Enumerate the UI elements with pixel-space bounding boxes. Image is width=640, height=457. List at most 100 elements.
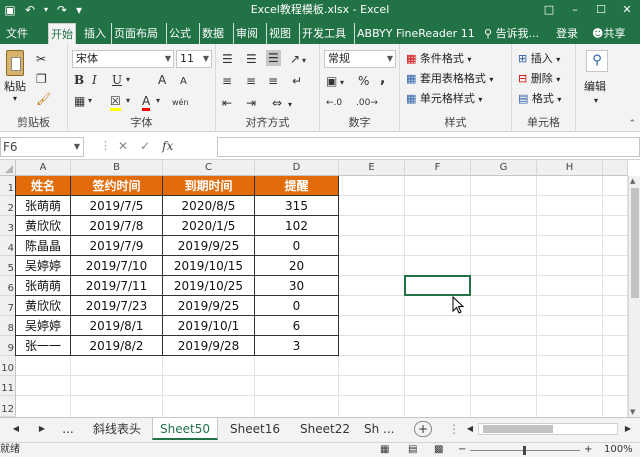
table-cell[interactable]: 2019/7/11 <box>71 276 162 295</box>
horizontal-scroll-thumb[interactable] <box>483 425 553 433</box>
sheet-tab-sheet16[interactable]: Sheet16 <box>222 418 288 440</box>
copy-icon[interactable]: ❐ <box>36 72 47 86</box>
row-header[interactable]: 4 <box>0 236 16 256</box>
sign-in-link[interactable]: 登录 <box>556 23 578 44</box>
hscroll-right-icon[interactable]: ▶ <box>622 418 634 440</box>
increase-indent-icon[interactable]: ⇥ <box>246 96 256 110</box>
table-cell[interactable]: 吴婷婷 <box>16 256 70 275</box>
horizontal-scrollbar[interactable] <box>478 423 618 435</box>
borders-icon[interactable]: ▦ <box>74 94 85 108</box>
row-header[interactable]: 11 <box>0 376 16 396</box>
italic-button[interactable]: I <box>92 73 97 87</box>
row-header[interactable]: 8 <box>0 316 16 336</box>
decrease-indent-icon[interactable]: ⇤ <box>222 96 232 110</box>
more-sheets-left-button[interactable]: ... <box>58 418 78 440</box>
table-cell[interactable]: 2019/10/15 <box>163 256 254 275</box>
table-header-cell[interactable]: 签约时间 <box>71 176 162 195</box>
table-cell[interactable]: 2019/9/25 <box>163 296 254 315</box>
delete-cells-button[interactable]: ⊟ 删除 ▾ <box>518 72 560 87</box>
row-header[interactable]: 6 <box>0 276 16 296</box>
sheet-tab-diagonal-header[interactable]: 斜线表头 <box>84 418 150 440</box>
column-header-f[interactable]: F <box>405 160 471 176</box>
name-box[interactable]: F6 ▼ <box>0 137 84 157</box>
column-header-b[interactable]: B <box>71 160 163 176</box>
close-icon[interactable]: ✕ <box>614 0 640 20</box>
orientation-dropdown-icon[interactable]: ▾ <box>302 54 306 68</box>
column-header-c[interactable]: C <box>163 160 255 176</box>
table-cell[interactable]: 102 <box>255 216 338 235</box>
align-bottom-icon[interactable]: ☰ <box>266 50 281 66</box>
sheet-tab-sh[interactable]: Sh ... <box>364 418 408 440</box>
table-cell[interactable]: 2019/7/9 <box>71 236 162 255</box>
table-cell[interactable]: 3 <box>255 336 338 355</box>
group-editing[interactable]: ⚲ 编辑 ▾ <box>576 44 620 132</box>
table-header-cell[interactable]: 提醒 <box>255 176 338 195</box>
cancel-entry-button[interactable]: ✕ <box>118 137 128 155</box>
table-header-cell[interactable]: 姓名 <box>16 176 70 195</box>
font-color-dropdown-icon[interactable]: ▾ <box>156 94 160 108</box>
insert-cells-button[interactable]: ⊞ 插入 ▾ <box>518 52 560 67</box>
table-cell[interactable]: 0 <box>255 236 338 255</box>
align-middle-icon[interactable]: ☰ <box>246 52 257 66</box>
column-header-i[interactable] <box>603 160 628 176</box>
table-cell[interactable]: 2019/9/28 <box>163 336 254 355</box>
page-break-view-icon[interactable]: ▩ <box>434 443 443 457</box>
next-sheet-button[interactable]: ▶ <box>34 418 50 440</box>
table-cell[interactable]: 315 <box>255 196 338 215</box>
minimize-icon[interactable]: – <box>562 0 588 20</box>
align-top-icon[interactable]: ☰ <box>222 52 233 66</box>
cell-styles-button[interactable]: ▦ 单元格样式 ▾ <box>406 92 482 107</box>
bold-button[interactable]: B <box>74 73 84 87</box>
vertical-scroll-thumb[interactable] <box>631 188 639 298</box>
column-header-g[interactable]: G <box>471 160 537 176</box>
table-cell[interactable]: 张一一 <box>16 336 70 355</box>
table-cell[interactable]: 张萌萌 <box>16 276 70 295</box>
zoom-slider-thumb[interactable] <box>523 446 526 455</box>
add-sheet-button[interactable]: + <box>414 421 432 437</box>
tab-review[interactable]: 审阅 <box>233 23 260 44</box>
ribbon-display-icon[interactable]: □ <box>536 0 562 20</box>
tab-abbyy[interactable]: ABBYY FineReader 11 <box>354 23 477 44</box>
table-cell[interactable]: 2019/8/1 <box>71 316 162 335</box>
table-header-cell[interactable]: 到期时间 <box>163 176 254 195</box>
number-format-select[interactable]: 常规 ▼ <box>324 50 396 68</box>
currency-dropdown-icon[interactable]: ▾ <box>340 76 344 90</box>
row-header[interactable]: 1 <box>0 176 16 196</box>
table-cell[interactable]: 黄欣欣 <box>16 296 70 315</box>
phonetic-button[interactable]: wén <box>172 96 189 110</box>
increase-decimal-icon[interactable]: ←.0 <box>326 96 342 110</box>
sheet-tab-sheet50[interactable]: Sheet50 <box>152 418 218 440</box>
row-header[interactable]: 3 <box>0 216 16 236</box>
format-painter-icon[interactable]: 🖌 <box>36 92 51 106</box>
table-cell[interactable]: 黄欣欣 <box>16 216 70 235</box>
row-header[interactable]: 5 <box>0 256 16 276</box>
table-cell[interactable]: 2020/1/5 <box>163 216 254 235</box>
table-cell[interactable]: 20 <box>255 256 338 275</box>
tab-file[interactable]: 文件 <box>4 23 30 44</box>
font-name-select[interactable]: 宋体 ▼ <box>72 50 174 68</box>
row-header[interactable]: 2 <box>0 196 16 216</box>
align-center-icon[interactable]: ≡ <box>246 74 256 88</box>
scroll-up-icon[interactable]: ▲ <box>630 177 635 185</box>
conditional-format-button[interactable]: ▦ 条件格式 ▾ <box>406 52 471 67</box>
tab-page-layout[interactable]: 页面布局 <box>111 23 160 44</box>
currency-icon[interactable]: ▣ <box>326 74 337 88</box>
tab-data[interactable]: 数据 <box>199 23 226 44</box>
cut-icon[interactable]: ✂ <box>36 52 46 66</box>
zoom-in-button[interactable]: + <box>584 443 592 457</box>
row-header[interactable]: 7 <box>0 296 16 316</box>
fill-color-icon[interactable]: ☒ <box>110 94 121 111</box>
tab-home[interactable]: 开始 <box>48 23 76 44</box>
orientation-icon[interactable]: ↗ <box>290 52 300 66</box>
tab-view[interactable]: 视图 <box>266 23 293 44</box>
page-layout-view-icon[interactable]: ▤ <box>408 443 417 457</box>
percent-button[interactable]: % <box>358 74 369 88</box>
column-header-a[interactable]: A <box>16 160 71 176</box>
font-color-button[interactable]: A <box>142 94 151 111</box>
table-cell[interactable]: 2019/7/5 <box>71 196 162 215</box>
table-cell[interactable]: 0 <box>255 296 338 315</box>
merge-dropdown-icon[interactable]: ▾ <box>288 98 292 112</box>
table-cell[interactable]: 2019/7/8 <box>71 216 162 235</box>
column-header-d[interactable]: D <box>255 160 339 176</box>
format-as-table-button[interactable]: ▦ 套用表格格式 ▾ <box>406 72 493 87</box>
